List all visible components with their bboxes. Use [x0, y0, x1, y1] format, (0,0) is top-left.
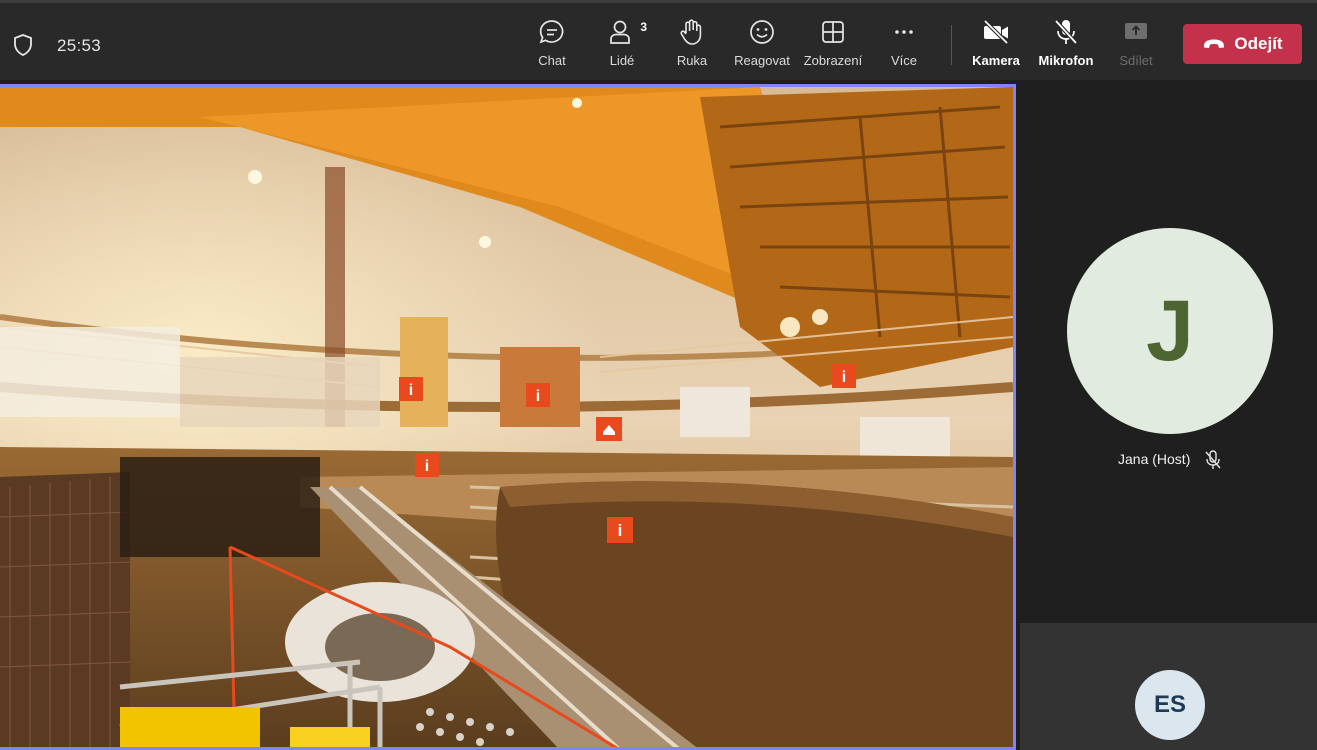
react-button[interactable]: Reagovat — [727, 17, 797, 75]
chat-label: Chat — [538, 53, 566, 68]
share-button[interactable]: Sdílet — [1101, 17, 1171, 75]
leave-label: Odejít — [1234, 34, 1283, 53]
smiley-icon — [750, 20, 774, 44]
info-hotspot-icon[interactable]: i — [607, 517, 633, 543]
arrow-hotspot-icon[interactable] — [596, 417, 622, 441]
react-label: Reagovat — [734, 53, 790, 68]
people-icon — [610, 20, 630, 44]
share-icon — [1125, 23, 1147, 39]
svg-text:i: i — [425, 458, 429, 475]
mic-label: Mikrofon — [1038, 53, 1094, 68]
people-label: Lidé — [609, 53, 635, 68]
grid-view-icon — [822, 21, 844, 43]
info-hotspot-icon[interactable]: i — [399, 377, 423, 401]
leave-button[interactable]: Odejít — [1183, 24, 1302, 64]
phone-hangup-icon — [1204, 39, 1225, 48]
toolbar-divider — [951, 25, 952, 65]
more-icon — [895, 30, 913, 34]
svg-text:i: i — [618, 521, 623, 540]
mic-button[interactable]: Mikrofon — [1031, 17, 1101, 75]
info-hotspot-icon[interactable]: i — [832, 364, 856, 388]
meeting-timer: 25:53 — [57, 36, 102, 55]
shared-video-content[interactable]: i i i i i — [0, 87, 1013, 750]
svg-text:i: i — [536, 388, 540, 405]
participant-name: Jana (Host) — [1118, 451, 1191, 467]
people-count-badge: 3 — [640, 20, 647, 34]
view-button[interactable]: Zobrazení — [798, 17, 868, 75]
info-hotspot-icon[interactable]: i — [415, 453, 439, 477]
participant-initials: ES — [1153, 691, 1186, 718]
raise-hand-label: Ruka — [676, 53, 708, 68]
participant-avatar[interactable]: J — [1067, 228, 1273, 434]
more-button[interactable]: Více — [869, 17, 939, 75]
camera-off-icon — [983, 19, 1009, 45]
meeting-toolbar: 25:53 Chat 3 Lidé Ruka Reagovat Zobrazen… — [0, 0, 1317, 80]
camera-button[interactable]: Kamera — [961, 17, 1031, 75]
svg-text:i: i — [409, 382, 413, 399]
participant-initials: J — [1146, 282, 1194, 379]
shield-icon[interactable] — [12, 33, 34, 57]
participant-avatar[interactable]: ES — [1135, 670, 1205, 740]
view-label: Zobrazení — [803, 53, 863, 68]
hand-icon — [680, 19, 702, 45]
info-hotspot-icon[interactable]: i — [526, 383, 550, 407]
raise-hand-button[interactable]: Ruka — [657, 17, 727, 75]
share-label: Sdílet — [1119, 53, 1153, 68]
mic-off-icon — [1054, 19, 1078, 45]
chat-icon — [539, 20, 564, 44]
mic-off-icon — [1205, 450, 1221, 469]
svg-text:i: i — [842, 369, 846, 386]
chat-button[interactable]: Chat — [517, 17, 587, 75]
people-button[interactable]: 3 Lidé — [587, 17, 657, 75]
camera-label: Kamera — [972, 53, 1020, 68]
active-speaker-stage: i i i i i — [0, 84, 1016, 750]
more-label: Více — [890, 53, 917, 68]
